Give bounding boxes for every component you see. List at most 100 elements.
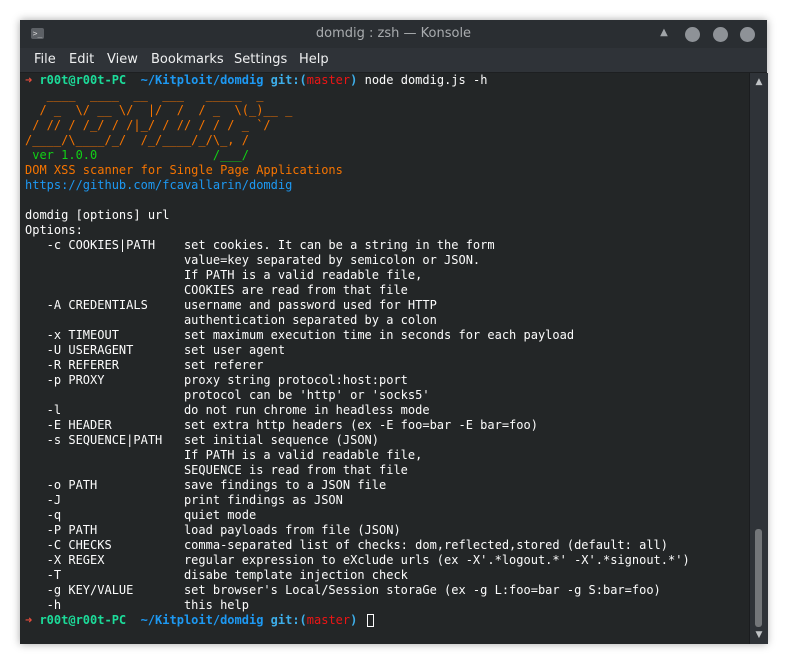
terminal-line: /____/\____/_/ /_/____/_/\_, / <box>25 133 249 148</box>
terminal-text-segment: domdig [options] url <box>25 208 170 222</box>
terminal-line: DOM XSS scanner for Single Page Applicat… <box>25 163 343 178</box>
scroll-down-icon[interactable]: ▼ <box>750 628 768 642</box>
terminal-text-segment: -q quiet mode <box>25 508 257 522</box>
menu-file[interactable]: File <box>34 48 56 72</box>
terminal-line: -q quiet mode <box>25 508 257 523</box>
terminal-text-segment: If PATH is a valid readable file, <box>25 448 423 462</box>
terminal-line: -A CREDENTIALS username and password use… <box>25 298 437 313</box>
terminal-line: -P PATH load payloads from file (JSON) <box>25 523 401 538</box>
menu-bookmarks[interactable]: Bookmarks <box>151 48 224 72</box>
terminal-line: -h this help <box>25 598 249 613</box>
terminal-text-segment: -p PROXY proxy string protocol:host:port <box>25 373 408 387</box>
terminal-line: ____ ____ __ ___ _____ _ <box>25 88 264 103</box>
terminal-line: value=key separated by semicolon or JSON… <box>25 253 480 268</box>
konsole-window: >_ domdig : zsh — Konsole ▲ File Edit Vi… <box>20 20 768 644</box>
terminal-text-segment: master <box>306 73 351 87</box>
terminal-output[interactable]: ➜ r00t@r00t-PC ~/Kitploit/domdig git:(ma… <box>20 73 749 644</box>
terminal-text-segment: -U USERAGENT set user agent <box>25 343 286 357</box>
scroll-up-icon[interactable]: ▲ <box>750 75 768 89</box>
terminal-cursor <box>366 614 374 627</box>
terminal-text-segment: / _ \/ __ \/ |/ / / _ \(_)__ _ <box>25 103 293 117</box>
terminal-text-segment: ➜ <box>25 73 40 87</box>
terminal-text-segment: ____ ____ __ ___ _____ _ <box>25 88 264 102</box>
terminal-line: -c COOKIES|PATH set cookies. It can be a… <box>25 238 495 253</box>
terminal-text-segment: -s SEQUENCE|PATH set initial sequence (J… <box>25 433 380 447</box>
terminal-line: SEQUENCE is read from that file <box>25 463 408 478</box>
terminal-text-segment: -R REFERER set referer <box>25 358 264 372</box>
terminal-text-segment: value=key separated by semicolon or JSON… <box>25 253 481 267</box>
menu-settings[interactable]: Settings <box>234 48 287 72</box>
menu-bar: File Edit View Bookmarks Settings Help <box>20 48 767 73</box>
terminal-text-segment: ver 1.0.0 /___/ <box>25 148 249 162</box>
terminal-line: / _ \/ __ \/ |/ / / _ \(_)__ _ <box>25 103 292 118</box>
terminal-text-segment: r00t@r00t-PC <box>39 73 134 87</box>
terminal-text-segment: / // / /_/ / /|_/ / // / / / _ `/ <box>25 118 271 132</box>
terminal-line: -E HEADER set extra http headers (ex -E … <box>25 418 538 433</box>
terminal-text-segment: -c COOKIES|PATH set cookies. It can be a… <box>25 238 495 252</box>
terminal-text-segment: -g KEY/VALUE set browser's Local/Session… <box>25 583 661 597</box>
terminal-text-segment: -h this help <box>25 598 249 612</box>
terminal-text-segment: master <box>306 613 351 627</box>
terminal-text-segment: https://github.com/fcavallarin/domdig <box>25 178 293 192</box>
scrollbar-thumb[interactable] <box>755 529 762 627</box>
terminal-line: -J print findings as JSON <box>25 493 343 508</box>
minimize-button[interactable] <box>685 27 700 42</box>
title-bar[interactable]: >_ domdig : zsh — Konsole ▲ <box>20 20 767 48</box>
terminal-line: -s SEQUENCE|PATH set initial sequence (J… <box>25 433 379 448</box>
terminal-line: authentication separated by a colon <box>25 313 437 328</box>
terminal-text-segment: SEQUENCE is read from that file <box>25 463 408 477</box>
terminal-line: https://github.com/fcavallarin/domdig <box>25 178 292 193</box>
keep-above-icon[interactable]: ▲ <box>658 26 670 40</box>
terminal-text-segment: git:( <box>270 613 307 627</box>
terminal-line: If PATH is a valid readable file, <box>25 268 422 283</box>
terminal-text-segment: node domdig.js -h <box>357 73 488 87</box>
terminal-line: ver 1.0.0 /___/ <box>25 148 249 163</box>
terminal-line: -g KEY/VALUE set browser's Local/Session… <box>25 583 661 598</box>
terminal-text-segment: ~/Kitploit/domdig <box>133 73 271 87</box>
terminal-text-segment: ~/Kitploit/domdig <box>133 613 271 627</box>
maximize-button[interactable] <box>713 27 728 42</box>
terminal-text-segment: -E HEADER set extra http headers (ex -E … <box>25 418 538 432</box>
menu-view[interactable]: View <box>107 48 138 72</box>
terminal-line: -C CHECKS comma-separated list of checks… <box>25 538 668 553</box>
terminal-text-segment: If PATH is a valid readable file, <box>25 268 423 282</box>
terminal-line: -p PROXY proxy string protocol:host:port <box>25 373 408 388</box>
terminal-line: -l do not run chrome in headless mode <box>25 403 430 418</box>
terminal-text-segment: -x TIMEOUT set maximum execution time in… <box>25 328 575 342</box>
terminal-line: COOKIES are read from that file <box>25 283 408 298</box>
terminal-text-segment: ➜ <box>25 613 40 627</box>
terminal-line: ➜ r00t@r00t-PC ~/Kitploit/domdig git:(ma… <box>25 613 374 628</box>
terminal-text-segment: protocol can be 'http' or 'socks5' <box>25 388 430 402</box>
vertical-scrollbar[interactable]: ▲ ▼ <box>749 73 768 644</box>
terminal-line: Options: <box>25 223 83 238</box>
terminal-text-segment: /____/\____/_/ /_/____/_/\_, / <box>25 133 249 147</box>
close-button[interactable] <box>740 27 755 42</box>
terminal-line: / // / /_/ / /|_/ / // / / / _ `/ <box>25 118 271 133</box>
terminal-line: -o PATH save findings to a JSON file <box>25 478 387 493</box>
terminal-line: -U USERAGENT set user agent <box>25 343 285 358</box>
terminal-text-segment: -P PATH load payloads from file (JSON) <box>25 523 401 537</box>
terminal-line: If PATH is a valid readable file, <box>25 448 422 463</box>
window-title: domdig : zsh — Konsole <box>315 26 472 41</box>
terminal-text-segment: git:( <box>270 73 307 87</box>
terminal-text-segment: -C CHECKS comma-separated list of checks… <box>25 538 668 552</box>
terminal-text-segment: COOKIES are read from that file <box>25 283 408 297</box>
terminal-text-segment: -X REGEX regular expression to eXclude u… <box>25 553 690 567</box>
terminal-text-segment: Options: <box>25 223 83 237</box>
terminal-line: -R REFERER set referer <box>25 358 264 373</box>
terminal-text-segment: authentication separated by a colon <box>25 313 437 327</box>
terminal-line: -X REGEX regular expression to eXclude u… <box>25 553 690 568</box>
terminal-text-segment: -J print findings as JSON <box>25 493 343 507</box>
terminal-text-segment: -T disabe template injection check <box>25 568 408 582</box>
menu-edit[interactable]: Edit <box>69 48 94 72</box>
terminal-text-segment: -l do not run chrome in headless mode <box>25 403 430 417</box>
terminal-text-segment: -A CREDENTIALS username and password use… <box>25 298 437 312</box>
terminal-line: domdig [options] url <box>25 208 170 223</box>
terminal-line: -x TIMEOUT set maximum execution time in… <box>25 328 574 343</box>
terminal-text-segment: r00t@r00t-PC <box>39 613 134 627</box>
terminal-line: -T disabe template injection check <box>25 568 408 583</box>
menu-help[interactable]: Help <box>299 48 329 72</box>
terminal-line: protocol can be 'http' or 'socks5' <box>25 388 430 403</box>
terminal-text-segment: DOM XSS scanner for Single Page Applicat… <box>25 163 343 177</box>
